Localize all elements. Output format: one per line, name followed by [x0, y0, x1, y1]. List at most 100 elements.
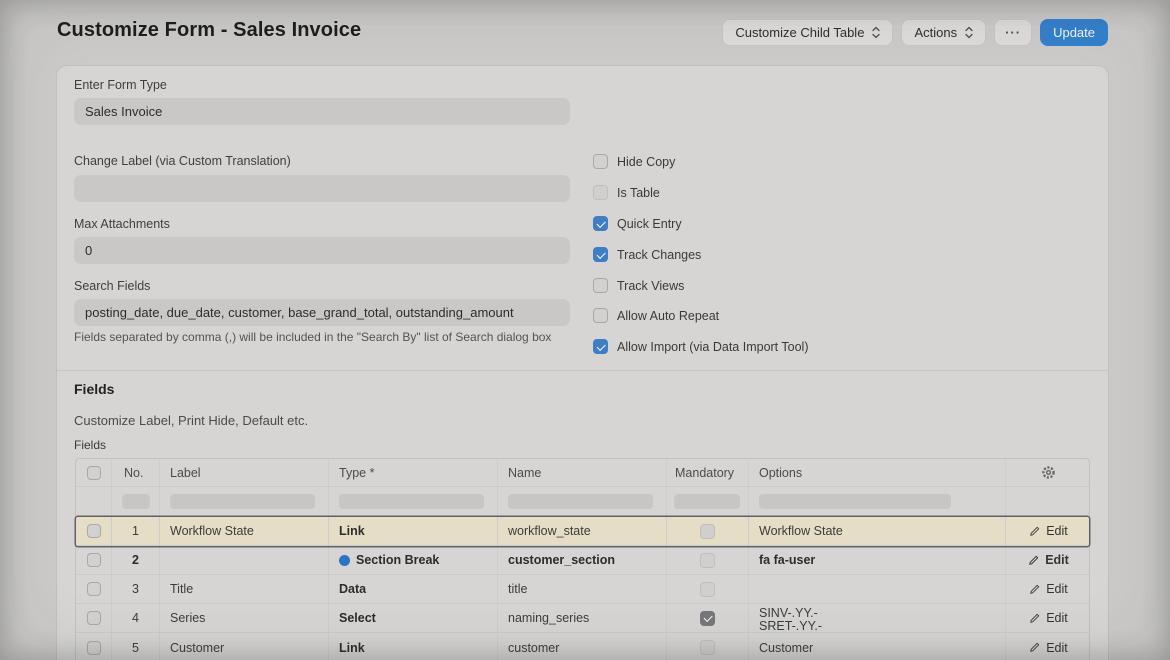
filter-input-name[interactable] [508, 494, 653, 509]
cell-type: Select [329, 604, 498, 632]
col-header-type: Type * [329, 459, 498, 486]
page-title: Customize Form - Sales Invoice [57, 19, 361, 42]
cell-options: SINV-.YY.- SRET-.YY.- [749, 604, 1006, 632]
checkbox-row-allow-auto-repeat[interactable]: Allow Auto Repeat [593, 308, 719, 323]
track-changes-label: Track Changes [617, 248, 701, 262]
cell-type: Link [329, 633, 498, 660]
gear-icon [1041, 465, 1056, 480]
grid-filter-row [76, 487, 1089, 517]
field-row-customer-section[interactable]: 2 Section Break customer_section fa fa-u… [76, 546, 1089, 575]
filter-input-options[interactable] [759, 494, 951, 509]
edit-row-button[interactable]: Edit [1028, 553, 1069, 567]
row-checkbox[interactable] [87, 611, 101, 625]
customize-child-table-select[interactable]: Customize Child Table [722, 19, 893, 46]
allow-import-label: Allow Import (via Data Import Tool) [617, 340, 809, 354]
fields-table-label: Fields [74, 438, 106, 452]
select-all-checkbox[interactable] [87, 466, 101, 480]
edit-row-button[interactable]: Edit [1029, 582, 1068, 596]
fields-grid: No. Label Type * Name Mandatory Options [75, 458, 1090, 660]
mandatory-checkbox[interactable] [700, 611, 715, 626]
checkbox-row-allow-import[interactable]: Allow Import (via Data Import Tool) [593, 339, 809, 354]
edit-row-button[interactable]: Edit [1029, 641, 1068, 655]
row-checkbox[interactable] [87, 641, 101, 655]
is-table-checkbox[interactable] [593, 185, 608, 200]
row-checkbox[interactable] [87, 582, 101, 596]
max-attachments-label: Max Attachments [74, 217, 170, 231]
row-checkbox[interactable] [87, 553, 101, 567]
col-header-mandatory: Mandatory [667, 459, 749, 486]
cell-type: Data [329, 575, 498, 603]
edit-row-button[interactable]: Edit [1029, 611, 1068, 625]
col-header-name: Name [498, 459, 667, 486]
cell-name: customer [498, 633, 667, 660]
checkbox-row-is-table[interactable]: Is Table [593, 185, 660, 200]
quick-entry-checkbox[interactable] [593, 216, 608, 231]
ellipsis-icon: ··· [1005, 25, 1021, 40]
field-row-title[interactable]: 3 Title Data title Edit [76, 575, 1089, 604]
form-type-input[interactable] [74, 98, 570, 125]
cell-options [749, 575, 1006, 603]
fields-section-heading: Fields [74, 381, 114, 397]
checkbox-row-track-views[interactable]: Track Views [593, 278, 684, 293]
hide-copy-checkbox[interactable] [593, 154, 608, 169]
mandatory-checkbox[interactable] [700, 582, 715, 597]
track-views-checkbox[interactable] [593, 278, 608, 293]
cell-label [160, 546, 329, 574]
checkbox-row-quick-entry[interactable]: Quick Entry [593, 216, 682, 231]
grid-header-row: No. Label Type * Name Mandatory Options [76, 459, 1089, 487]
max-attachments-input[interactable] [74, 237, 570, 264]
filter-input-no[interactable] [122, 494, 150, 509]
cell-name: customer_section [498, 546, 667, 574]
pencil-icon [1029, 642, 1040, 653]
filter-input-label[interactable] [170, 494, 315, 509]
checkbox-row-hide-copy[interactable]: Hide Copy [593, 154, 675, 169]
cell-label: Workflow State [160, 517, 329, 545]
pencil-icon [1029, 613, 1040, 624]
row-checkbox[interactable] [87, 524, 101, 538]
form-card: Enter Form Type Change Label (via Custom… [57, 66, 1108, 660]
pencil-icon [1029, 526, 1040, 537]
fields-section-description: Customize Label, Print Hide, Default etc… [74, 413, 308, 428]
more-menu-button[interactable]: ··· [994, 19, 1032, 46]
change-label-input[interactable] [74, 175, 570, 202]
mandatory-checkbox[interactable] [700, 524, 715, 539]
cell-name: title [498, 575, 667, 603]
allow-import-checkbox[interactable] [593, 339, 608, 354]
track-views-label: Track Views [617, 279, 684, 293]
grid-settings-button[interactable] [1006, 459, 1091, 486]
edit-row-button[interactable]: Edit [1029, 524, 1068, 538]
search-fields-input[interactable] [74, 299, 570, 326]
search-fields-help: Fields separated by comma (,) will be in… [74, 330, 551, 344]
chevron-up-down-icon [965, 26, 973, 39]
quick-entry-label: Quick Entry [617, 217, 682, 231]
mandatory-checkbox[interactable] [700, 553, 715, 568]
is-table-label: Is Table [617, 186, 660, 200]
customize-form-page: Customize Form - Sales Invoice Customize… [0, 0, 1170, 660]
track-changes-checkbox[interactable] [593, 247, 608, 262]
actions-select[interactable]: Actions [901, 19, 986, 46]
allow-auto-repeat-checkbox[interactable] [593, 308, 608, 323]
mandatory-checkbox[interactable] [700, 640, 715, 655]
field-row-customer[interactable]: 5 Customer Link customer Customer Edit [76, 633, 1089, 660]
cell-label: Series [160, 604, 329, 632]
filter-input-type[interactable] [339, 494, 484, 509]
col-header-label: Label [160, 459, 329, 486]
checkbox-row-track-changes[interactable]: Track Changes [593, 247, 701, 262]
field-row-workflow-state[interactable]: 1 Workflow State Link workflow_state Wor… [76, 517, 1089, 546]
update-button[interactable]: Update [1040, 19, 1108, 46]
allow-auto-repeat-label: Allow Auto Repeat [617, 309, 719, 323]
cell-name: workflow_state [498, 517, 667, 545]
section-break-icon [339, 555, 350, 566]
cell-type: Link [329, 517, 498, 545]
section-divider [57, 370, 1108, 371]
field-row-naming-series[interactable]: 4 Series Select naming_series SINV-.YY.-… [76, 604, 1089, 633]
pencil-icon [1028, 555, 1039, 566]
toolbar: Customize Child Table Actions ··· Update [722, 18, 1108, 46]
filter-input-mandatory[interactable] [674, 494, 740, 509]
cell-options: Customer [749, 633, 1006, 660]
customize-child-table-label: Customize Child Table [735, 25, 864, 40]
pencil-icon [1029, 584, 1040, 595]
col-header-no: No. [112, 459, 160, 486]
actions-label: Actions [914, 25, 957, 40]
cell-name: naming_series [498, 604, 667, 632]
